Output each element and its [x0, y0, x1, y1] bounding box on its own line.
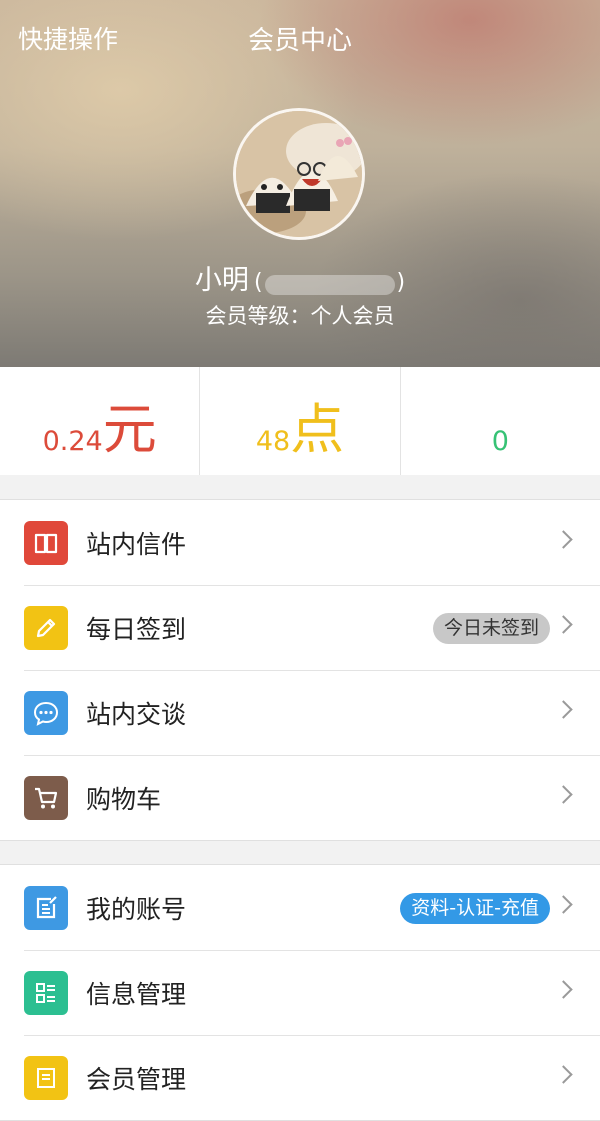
points-unit: 点	[290, 398, 345, 461]
document-icon	[24, 1056, 68, 1100]
menu-item-info-management[interactable]: 信息管理	[0, 950, 600, 1035]
menu-label: 站内信件	[86, 530, 187, 559]
menu-item-member-management[interactable]: 会员管理	[0, 1035, 600, 1120]
list-grid-icon	[24, 971, 68, 1015]
menu-label: 购物车	[86, 785, 162, 814]
chevron-right-icon	[554, 1065, 573, 1084]
balance-unit: 元	[102, 398, 157, 461]
pencil-icon	[24, 606, 68, 650]
paren-close: )	[396, 270, 406, 295]
member-level: 会员等级：个人会员	[205, 304, 395, 328]
menu-label: 我的账号	[86, 895, 187, 924]
chevron-right-icon	[554, 980, 573, 999]
chevron-right-icon	[554, 895, 573, 914]
avatar[interactable]	[233, 108, 365, 240]
username: 小明	[194, 265, 249, 296]
account-actions-badge: 资料-认证-充值	[400, 893, 550, 924]
third-stat-value: 0	[491, 426, 509, 457]
checkin-status-badge: 今日未签到	[432, 613, 550, 644]
menu-item-cart[interactable]: 购物车	[0, 755, 600, 840]
menu-item-daily-checkin[interactable]: 每日签到 今日未签到	[0, 585, 600, 670]
chevron-right-icon	[554, 700, 573, 719]
menu-label: 每日签到	[86, 615, 187, 644]
menu-label: 站内交谈	[86, 700, 187, 729]
stats-bar: 0.24 元 48 点 0	[0, 367, 600, 475]
menu-label: 信息管理	[86, 980, 187, 1009]
balance-stat[interactable]: 0.24 元	[0, 367, 199, 475]
menu-group-2: 我的账号 资料-认证-充值 信息管理 会员管理	[0, 864, 600, 1121]
points-value: 48	[255, 426, 291, 457]
user-name-row: 小明 ()	[0, 258, 600, 297]
menu-item-messages[interactable]: 站内信件	[0, 500, 600, 585]
menu-group-1: 站内信件 每日签到 今日未签到 站内交谈 购物车	[0, 499, 600, 841]
chat-bubble-icon	[24, 691, 68, 735]
third-stat[interactable]: 0	[399, 367, 600, 475]
points-stat[interactable]: 48 点	[199, 367, 399, 475]
paren-open: (	[253, 270, 263, 295]
edit-document-icon	[24, 886, 68, 930]
chevron-right-icon	[554, 615, 573, 634]
balance-value: 0.24	[42, 426, 103, 457]
avatar-image	[236, 111, 362, 237]
menu-item-chat[interactable]: 站内交谈	[0, 670, 600, 755]
chevron-right-icon	[554, 785, 573, 804]
book-icon	[24, 521, 68, 565]
chevron-right-icon	[554, 530, 573, 549]
member-header: 快捷操作 会员中心 小明 () 会员等级：个人会员	[0, 0, 600, 367]
menu-item-my-account[interactable]: 我的账号 资料-认证-充值	[0, 865, 600, 950]
masked-user-id	[264, 274, 395, 295]
menu-label: 会员管理	[86, 1065, 187, 1094]
cart-icon	[24, 776, 68, 820]
page-title: 会员中心	[247, 26, 352, 56]
